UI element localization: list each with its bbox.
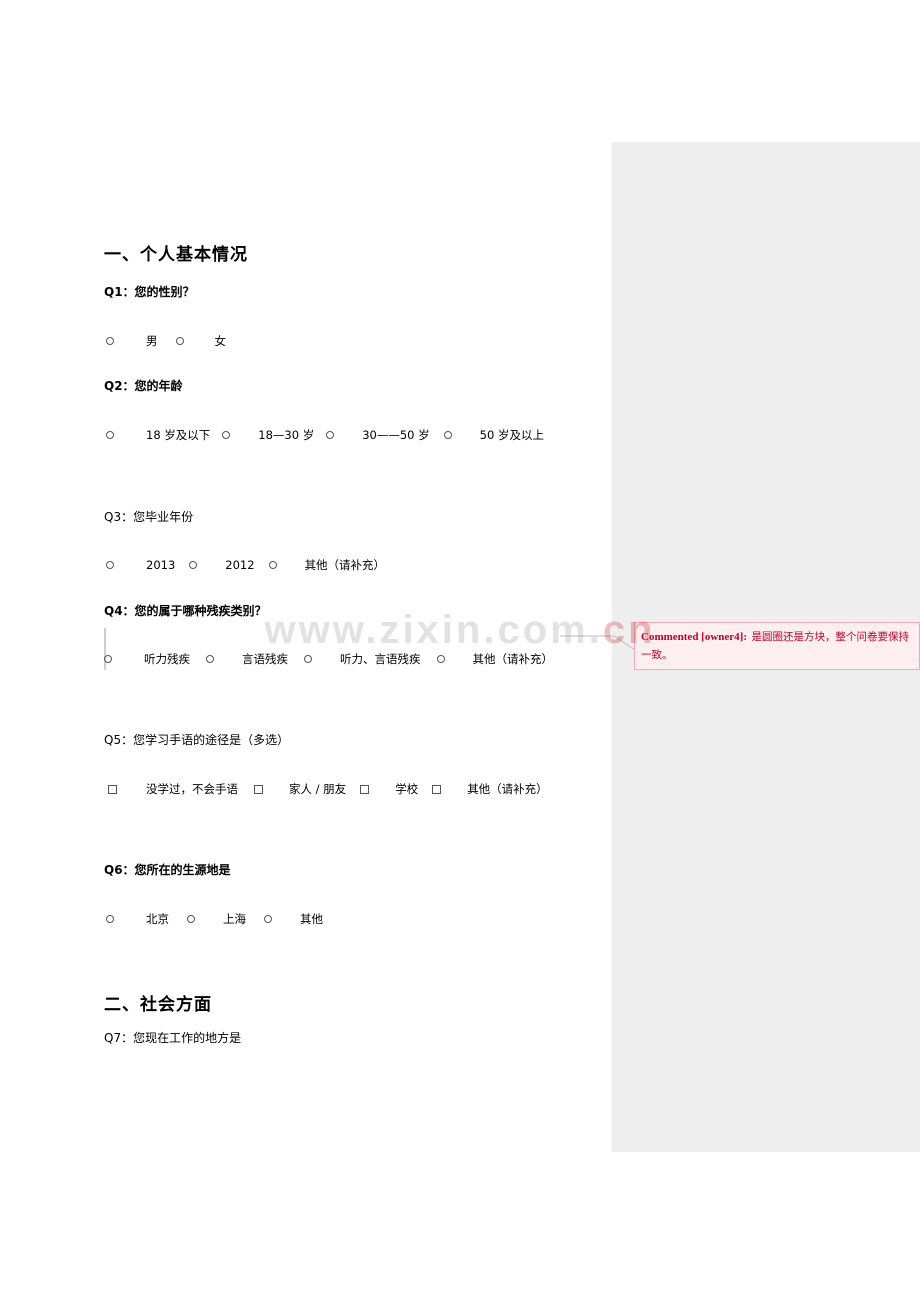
option-q6-1[interactable]: 上海: [187, 911, 246, 927]
radio-circle-icon[interactable]: [443, 431, 452, 439]
question-label-q7: Q7：您现在工作的地方是: [104, 1031, 242, 1045]
option-label-q3-2: 其他（请补充）: [304, 558, 386, 572]
options-row-q2: 18 岁及以下 18—30 岁 30——50 岁 50 岁及以上: [106, 427, 544, 443]
option-label-q2-3: 50 岁及以上: [479, 428, 544, 442]
option-label-q4-2: 听力、言语残疾: [340, 652, 421, 666]
option-q5-0[interactable]: 没学过，不会手语: [108, 781, 238, 797]
option-q3-2[interactable]: 其他（请补充）: [268, 557, 386, 573]
comment-author-label: Commented [owner4]:: [641, 631, 747, 643]
question-label-q6: Q6：您所在的生源地是: [104, 863, 231, 877]
option-label-q4-0: 听力残疾: [144, 652, 190, 666]
checkbox-square-icon[interactable]: [432, 784, 442, 794]
option-q1-0[interactable]: 男: [106, 333, 158, 349]
question-label-q4: Q4：您的属于哪种残疾类别？: [104, 604, 267, 618]
option-q2-3[interactable]: 50 岁及以上: [443, 427, 544, 443]
options-row-q3: 2013 2012 其他（请补充）: [106, 557, 385, 573]
option-q2-1[interactable]: 18—30 岁: [222, 427, 314, 443]
option-q4-1[interactable]: 言语残疾: [206, 651, 288, 667]
option-label-q4-3: 其他（请补充）: [472, 652, 554, 666]
option-q1-1[interactable]: 女: [175, 333, 227, 349]
radio-circle-icon[interactable]: [104, 655, 112, 663]
option-q6-2[interactable]: 其他: [264, 911, 323, 927]
document-page: 一、个人基本情况 Q1：您的性别？ 男 女 Q2：您的年龄 18 岁及以下 18…: [0, 0, 612, 1302]
radio-circle-icon[interactable]: [106, 561, 114, 569]
section-heading-1: 一、个人基本情况: [104, 245, 248, 265]
option-q2-0[interactable]: 18 岁及以下: [106, 427, 210, 443]
option-q5-3[interactable]: 其他（请补充）: [432, 781, 548, 797]
option-q6-0[interactable]: 北京: [106, 911, 169, 927]
radio-circle-icon[interactable]: [326, 431, 335, 439]
option-q5-1[interactable]: 家人 / 朋友: [254, 781, 346, 797]
radio-circle-icon[interactable]: [187, 915, 195, 923]
option-label-q1-1: 女: [214, 334, 227, 348]
radio-circle-icon[interactable]: [268, 561, 277, 569]
radio-circle-icon[interactable]: [106, 915, 114, 923]
option-label-q3-0: 2013: [146, 558, 176, 572]
option-label-q6-1: 上海: [223, 912, 246, 926]
option-q2-2[interactable]: 30——50 岁: [326, 427, 430, 443]
option-label-q2-1: 18—30 岁: [258, 428, 315, 442]
option-label-q2-0: 18 岁及以下: [146, 428, 211, 442]
option-label-q3-1: 2012: [225, 558, 255, 572]
option-label-q6-0: 北京: [146, 912, 169, 926]
option-label-q1-0: 男: [146, 334, 158, 348]
radio-circle-icon[interactable]: [189, 561, 198, 569]
options-row-q1: 男 女: [106, 333, 226, 349]
radio-circle-icon[interactable]: [264, 915, 272, 923]
checkbox-square-icon[interactable]: [254, 784, 263, 794]
radio-circle-icon[interactable]: [436, 655, 445, 663]
question-label-q2: Q2：您的年龄: [104, 379, 183, 393]
option-q3-0[interactable]: 2013: [106, 558, 175, 572]
question-label-q3: Q3：您毕业年份: [104, 510, 194, 524]
radio-circle-icon[interactable]: [304, 655, 312, 663]
question-label-q1: Q1：您的性别？: [104, 285, 195, 299]
option-label-q5-1: 家人 / 朋友: [289, 782, 347, 796]
options-row-q5: 没学过，不会手语 家人 / 朋友 学校 其他（请补充）: [108, 781, 548, 797]
radio-circle-icon[interactable]: [175, 337, 184, 345]
option-q4-2[interactable]: 听力、言语残疾: [304, 651, 421, 667]
radio-circle-icon[interactable]: [222, 431, 231, 439]
checkbox-square-icon[interactable]: [108, 784, 117, 794]
option-label-q5-2: 学校: [395, 782, 419, 796]
option-label-q6-2: 其他: [300, 912, 323, 926]
option-q4-3[interactable]: 其他（请补充）: [436, 651, 554, 667]
question-label-q5: Q5：您学习手语的途径是（多选）: [104, 733, 290, 747]
radio-circle-icon[interactable]: [206, 655, 214, 663]
options-row-q4: 听力残疾 言语残疾 听力、言语残疾 其他（请补充）: [104, 651, 553, 667]
radio-circle-icon[interactable]: [106, 337, 114, 345]
option-label-q5-3: 其他（请补充）: [467, 782, 548, 796]
option-q5-2[interactable]: 学校: [360, 781, 418, 797]
options-row-q6: 北京 上海 其他: [106, 911, 323, 927]
section-heading-2: 二、社会方面: [104, 995, 212, 1015]
option-q4-0[interactable]: 听力残疾: [104, 651, 190, 667]
checkbox-square-icon[interactable]: [360, 784, 370, 794]
option-q3-1[interactable]: 2012: [189, 558, 255, 572]
radio-circle-icon[interactable]: [106, 431, 114, 439]
comment-balloon[interactable]: Commented [owner4]: 是圆圈还是方块，整个问卷要保持一致。: [634, 622, 920, 671]
option-label-q5-0: 没学过，不会手语: [146, 782, 238, 796]
option-label-q4-1: 言语残疾: [242, 652, 288, 666]
option-label-q2-2: 30——50 岁: [362, 428, 430, 442]
